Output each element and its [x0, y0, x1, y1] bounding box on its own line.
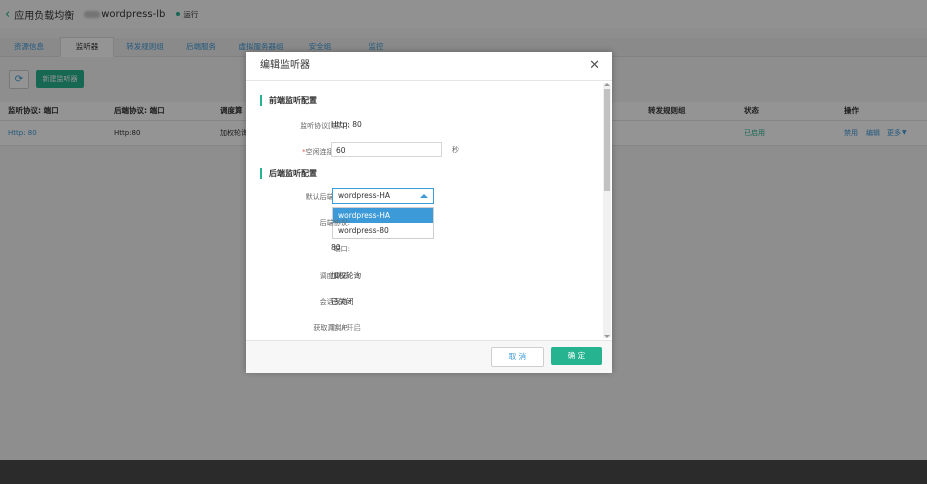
- backend-section-title: 后端监听配置: [260, 168, 317, 179]
- close-icon[interactable]: ✕: [589, 52, 600, 80]
- session-value: 已关闭: [331, 297, 354, 306]
- scroll-thumb[interactable]: [604, 89, 610, 191]
- dialog-footer: 取 消 确 定: [246, 340, 612, 373]
- backend-protocol-label: 后端协议:: [319, 219, 350, 227]
- scroll-up-icon[interactable]: [604, 83, 610, 86]
- default-backend-select[interactable]: wordpress-HA: [332, 188, 434, 204]
- dialog-title: 编辑监听器: [260, 60, 310, 71]
- edit-listener-dialog: 编辑监听器 ✕ 前端监听配置 监听协议[端口]: Http: 80 *空闲连接超…: [246, 52, 612, 373]
- idle-timeout-unit: 秒: [452, 146, 459, 154]
- required-mark: *: [302, 148, 306, 156]
- frontend-section-title: 前端监听配置: [260, 95, 317, 106]
- dialog-header: 编辑监听器 ✕: [246, 52, 612, 81]
- scroll-down-icon[interactable]: [604, 335, 610, 338]
- dialog-scrollbar[interactable]: [603, 83, 611, 338]
- real-ip-value: 默认开启: [331, 323, 361, 332]
- idle-timeout-input[interactable]: 60: [331, 142, 442, 157]
- default-backend-value: wordpress-HA: [338, 191, 391, 200]
- cancel-button[interactable]: 取 消: [491, 347, 544, 367]
- caret-up-icon: [420, 194, 428, 198]
- algorithm-value: 加权轮询: [331, 271, 361, 280]
- dialog-body: 前端监听配置 监听协议[端口]: Http: 80 *空闲连接超时: 60 秒 …: [246, 81, 612, 339]
- bottom-bar: [0, 460, 927, 484]
- confirm-button[interactable]: 确 定: [551, 347, 602, 365]
- listen-protocol-value: Http: 80: [331, 120, 362, 129]
- port-value: 80: [331, 243, 341, 252]
